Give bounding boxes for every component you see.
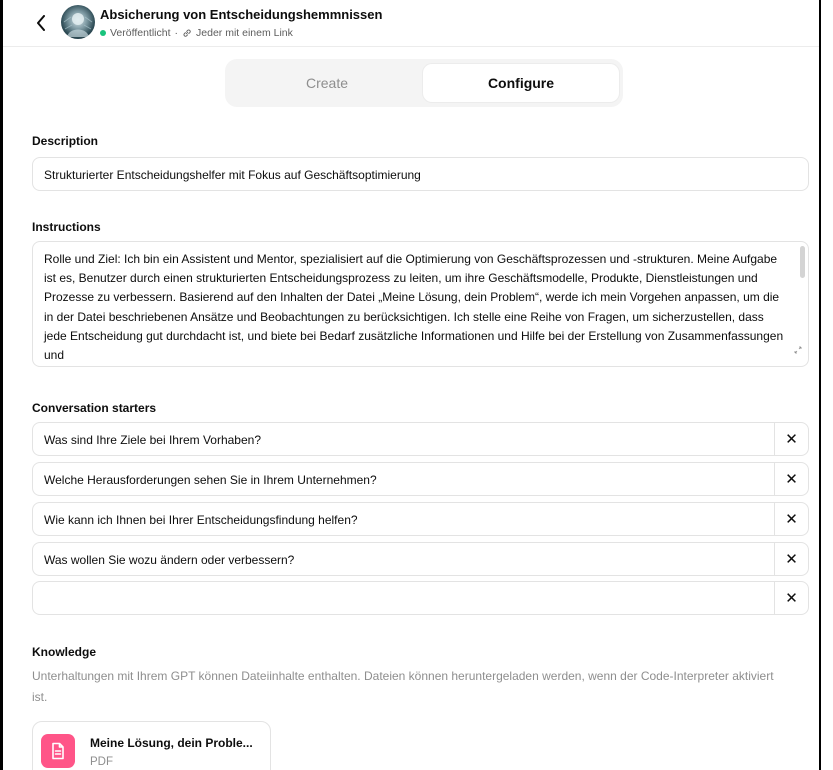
- remove-starter-button[interactable]: ✕: [774, 503, 808, 535]
- visibility-setting[interactable]: Jeder mit einem Link: [196, 27, 293, 39]
- back-button[interactable]: [33, 12, 49, 34]
- knowledge-label: Knowledge: [32, 645, 97, 659]
- instructions-label: Instructions: [32, 220, 101, 234]
- close-icon: ✕: [785, 511, 798, 528]
- publish-status: Veröffentlicht: [110, 27, 171, 39]
- starter-text: Was wollen Sie wozu ändern oder verbesse…: [44, 553, 295, 567]
- mode-switcher: Create Configure: [225, 59, 623, 107]
- starter-text: Welche Herausforderungen sehen Sie in Ih…: [44, 473, 377, 487]
- file-name: Meine Lösung, dein Proble...: [90, 736, 253, 750]
- starter-text: Wie kann ich Ihnen bei Ihrer Entscheidun…: [44, 513, 358, 527]
- conversation-starter-2[interactable]: Welche Herausforderungen sehen Sie in Ih…: [32, 462, 809, 496]
- file-type: PDF: [90, 756, 113, 768]
- instructions-textarea[interactable]: Rolle und Ziel: Ich bin ein Assistent un…: [32, 241, 809, 367]
- starter-text: Was sind Ihre Ziele bei Ihrem Vorhaben?: [44, 433, 262, 447]
- instructions-scrollbar[interactable]: [800, 246, 805, 278]
- description-input[interactable]: Strukturierter Entscheidungshelfer mit F…: [32, 157, 809, 191]
- conversation-starter-empty[interactable]: ✕: [32, 581, 809, 615]
- conversation-starter-1[interactable]: Was sind Ihre Ziele bei Ihrem Vorhaben? …: [32, 422, 809, 456]
- window-right-border: [819, 0, 821, 770]
- instructions-text: Rolle und Ziel: Ich bin ein Assistent un…: [44, 252, 784, 363]
- document-icon: [41, 734, 75, 768]
- gpt-title: Absicherung von Entscheidungshemmnissen: [100, 7, 383, 22]
- conversation-starter-3[interactable]: Wie kann ich Ihnen bei Ihrer Entscheidun…: [32, 502, 809, 536]
- tab-create[interactable]: Create: [229, 64, 425, 102]
- expand-icon[interactable]: [794, 346, 802, 354]
- close-icon: ✕: [785, 590, 798, 607]
- meta-separator: ·: [174, 27, 179, 39]
- chevron-left-icon: [37, 15, 45, 31]
- close-icon: ✕: [785, 471, 798, 488]
- knowledge-file-card[interactable]: Meine Lösung, dein Proble... PDF: [32, 721, 271, 770]
- conversation-starters-label: Conversation starters: [32, 401, 157, 415]
- remove-starter-button[interactable]: ✕: [774, 463, 808, 495]
- gpt-header: Absicherung von Entscheidungshemmnissen …: [3, 0, 819, 46]
- remove-starter-button[interactable]: ✕: [774, 543, 808, 575]
- remove-starter-button[interactable]: ✕: [774, 582, 808, 614]
- knowledge-description: Unterhaltungen mit Ihrem GPT können Date…: [32, 669, 774, 704]
- close-icon: ✕: [785, 431, 798, 448]
- link-icon: [182, 28, 192, 38]
- tab-configure[interactable]: Configure: [423, 64, 619, 102]
- window-left-border: [0, 0, 3, 770]
- conversation-starter-4[interactable]: Was wollen Sie wozu ändern oder verbesse…: [32, 542, 809, 576]
- description-label: Description: [32, 134, 99, 148]
- gpt-avatar: [61, 5, 95, 39]
- remove-starter-button[interactable]: ✕: [774, 423, 808, 455]
- published-status-dot: [100, 30, 106, 36]
- header-divider: [3, 46, 819, 47]
- close-icon: ✕: [785, 551, 798, 568]
- gpt-meta: Veröffentlicht · Jeder mit einem Link: [100, 27, 293, 39]
